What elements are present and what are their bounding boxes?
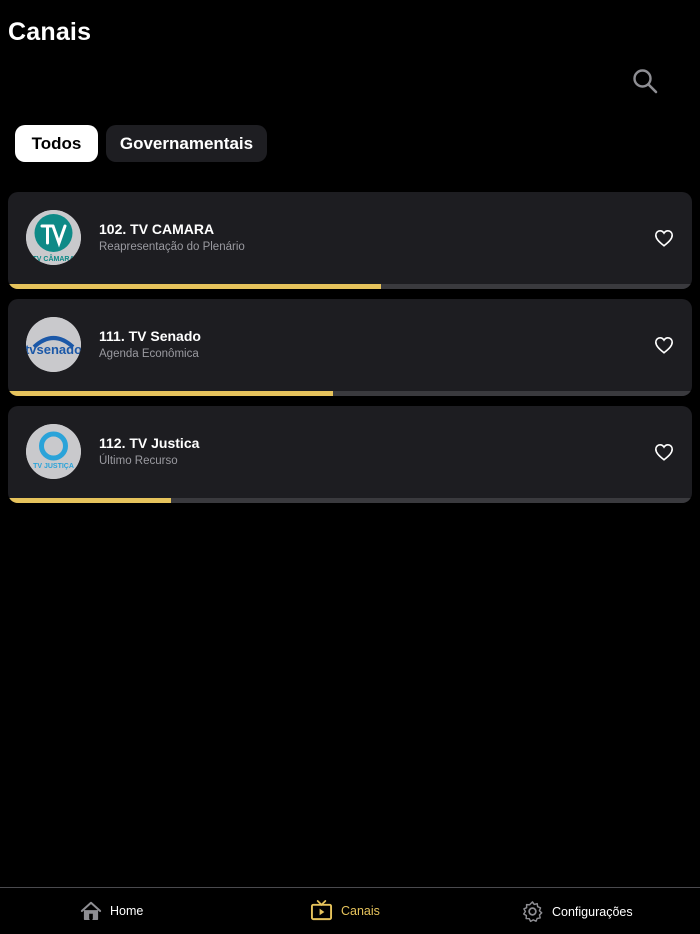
channel-name: 102. TV CAMARA (99, 221, 215, 237)
channel-list: TV CÂMARA 102. TV CAMARA Reapresentação … (8, 192, 692, 513)
favorite-button[interactable] (653, 334, 675, 356)
program-progress-fill (8, 391, 333, 396)
program-progress-fill (8, 284, 382, 289)
logo-text: TV JUSTIÇA (33, 463, 74, 470)
logo-text: TV CÂMARA (33, 254, 75, 263)
channel-program: Reapresentação do Plenário (99, 241, 245, 253)
heart-icon (654, 229, 674, 247)
tab-home[interactable]: Home (80, 900, 143, 922)
tv-camara-logo: TV CÂMARA (26, 210, 81, 265)
program-progress (8, 391, 692, 396)
channel-logo: tvsenado (26, 317, 81, 372)
tab-bar: Home Canais Configurações (0, 887, 700, 934)
tab-canais-label: Canais (341, 904, 380, 918)
filter-chips: Todos Governamentais (15, 125, 267, 162)
program-progress (8, 284, 692, 289)
channel-program: Último Recurso (99, 455, 178, 467)
filter-chip-governamentais[interactable]: Governamentais (106, 125, 267, 162)
channel-name: 111. TV Senado (99, 328, 201, 344)
tab-canais[interactable]: Canais (310, 900, 380, 922)
program-progress (8, 498, 692, 503)
channel-card[interactable]: TV CÂMARA 102. TV CAMARA Reapresentação … (8, 192, 692, 289)
search-button[interactable] (630, 66, 660, 96)
home-icon (80, 901, 102, 920)
channels-screen: Canais Todos Governamentais TV CÂMARA 10… (0, 0, 700, 934)
tab-configuracoes-label: Configurações (552, 904, 633, 919)
tab-configuracoes[interactable]: Configurações (521, 900, 633, 923)
channel-program: Agenda Econômica (99, 348, 199, 360)
favorite-button[interactable] (653, 227, 675, 249)
channel-card[interactable]: TV JUSTIÇA 112. TV Justica Último Recurs… (8, 406, 692, 503)
heart-icon (654, 336, 674, 354)
tv-senado-logo: tvsenado (26, 317, 81, 372)
tab-home-label: Home (110, 904, 144, 918)
filter-chip-todos[interactable]: Todos (15, 125, 98, 162)
heart-icon (654, 443, 674, 461)
channel-logo: TV CÂMARA (26, 210, 81, 265)
program-progress-fill (8, 498, 171, 503)
channel-card[interactable]: tvsenado 111. TV Senado Agenda Econômica (8, 299, 692, 396)
tv-justica-logo: TV JUSTIÇA (26, 424, 81, 479)
tv-icon (310, 900, 333, 921)
channel-logo: TV JUSTIÇA (26, 424, 81, 479)
gear-icon (522, 901, 543, 923)
logo-text: tvsenado (26, 342, 81, 357)
channel-name: 112. TV Justica (99, 435, 200, 451)
search-icon (633, 69, 658, 94)
favorite-button[interactable] (653, 441, 675, 463)
page-title: Canais (8, 18, 92, 46)
